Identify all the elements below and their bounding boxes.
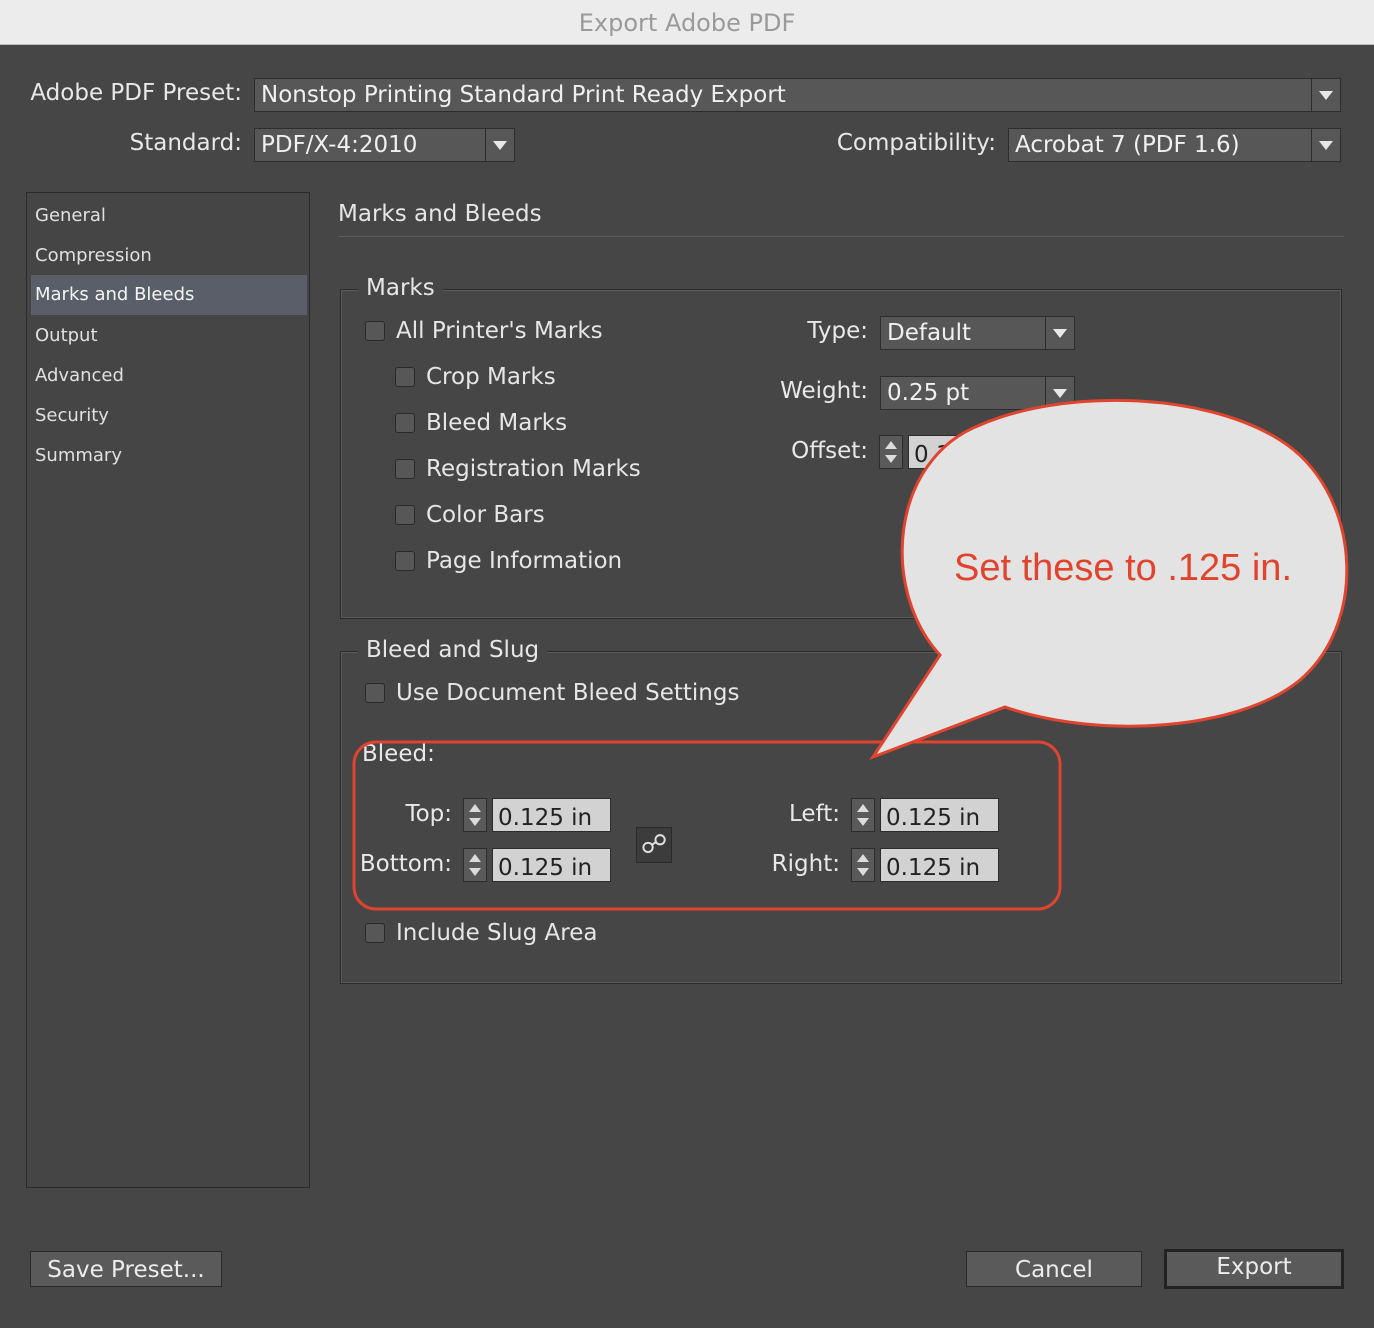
annotation-overlay: Set these to .125 in. — [352, 398, 1349, 911]
bleed-highlight-box — [352, 740, 1062, 911]
annotation-text: Set these to .125 in. — [954, 547, 1292, 589]
save-preset-button[interactable]: Save Preset... — [30, 1251, 222, 1287]
export-button[interactable]: Export — [1164, 1249, 1344, 1289]
cancel-button[interactable]: Cancel — [966, 1251, 1142, 1287]
